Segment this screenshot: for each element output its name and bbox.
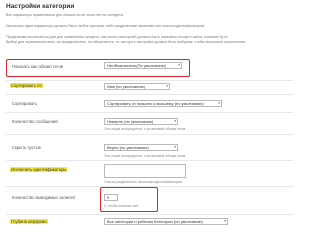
description-line: Исключить идентификаторы должны быть люб… bbox=[6, 24, 206, 28]
chevron-down-icon: ▾ bbox=[166, 84, 168, 88]
exclude-ids-textarea[interactable] bbox=[104, 164, 186, 178]
input-value: 0 bbox=[107, 195, 110, 200]
divider bbox=[6, 94, 294, 95]
page-title: Настройки категории bbox=[6, 3, 75, 10]
setting-label-records-count: Количество выводимых записей bbox=[12, 195, 75, 200]
divider bbox=[6, 134, 294, 135]
show-as-tag-cloud-select[interactable]: Нет/Выключено(По умолчанию) ▾ bbox=[104, 62, 182, 69]
post-count-select[interactable]: Неверно (по умолчанию) ▾ bbox=[104, 118, 178, 125]
divider bbox=[6, 214, 294, 215]
select-value: Нет/Выключено(По умолчанию) bbox=[107, 63, 166, 68]
records-count-input[interactable]: 0 bbox=[104, 194, 118, 201]
chevron-down-icon: ▾ bbox=[178, 63, 180, 67]
select-value: Имя (по умолчанию) bbox=[107, 84, 145, 89]
setting-label-show-as-tag-cloud: Показать как облако тегов bbox=[12, 64, 64, 69]
description-line: Выбор для ограничения всех, на предприня… bbox=[6, 40, 247, 44]
chevron-down-icon: ▾ bbox=[218, 101, 220, 105]
select-value: Все категории и ребенка Категории (по ум… bbox=[107, 219, 203, 224]
setting-label-hide-empty: Скрыть пустые bbox=[12, 145, 42, 150]
chevron-down-icon: ▾ bbox=[174, 145, 176, 149]
category-settings-panel: Настройки категории Все параметры примен… bbox=[0, 0, 300, 236]
description-line: Все параметры применяются для облака тег… bbox=[6, 13, 124, 17]
chevron-down-icon: ▾ bbox=[174, 119, 176, 123]
setting-label-sort-order: Сортировать bbox=[12, 101, 38, 106]
setting-label-hierarchy-depth: Глубина иерархии bbox=[10, 219, 48, 224]
hide-empty-select[interactable]: Верно (по умолчанию) ▾ bbox=[104, 144, 178, 151]
records-count-hint: 0, чтобы показать все bbox=[104, 204, 139, 208]
divider bbox=[6, 160, 294, 161]
chevron-down-icon: ▾ bbox=[224, 219, 226, 223]
exclude-ids-hint: Список разделенных запятыми идентификато… bbox=[104, 180, 183, 184]
select-value: Сортировать от низшего к высшему (по умо… bbox=[107, 101, 204, 106]
hierarchy-depth-select[interactable]: Все категории и ребенка Категории (по ум… bbox=[104, 218, 228, 225]
divider bbox=[6, 80, 294, 81]
setting-label-sort-by: Сортировать по bbox=[10, 83, 43, 88]
setting-label-exclude-ids: Исключить идентификаторы bbox=[10, 167, 68, 172]
select-value: Неверно (по умолчанию) bbox=[107, 119, 154, 124]
setting-label-post-count: Количество сообщений bbox=[12, 119, 58, 124]
select-value: Верно (по умолчанию) bbox=[107, 145, 149, 150]
hide-empty-hint: Эта опция игнорируется, с установкой обл… bbox=[104, 154, 186, 158]
divider bbox=[6, 112, 294, 113]
post-count-hint: Эта опция игнорируется, с установкой обл… bbox=[104, 127, 186, 131]
sort-by-select[interactable]: Имя (по умолчанию) ▾ bbox=[104, 83, 170, 90]
sort-order-select[interactable]: Сортировать от низшего к высшему (по умо… bbox=[104, 100, 222, 107]
